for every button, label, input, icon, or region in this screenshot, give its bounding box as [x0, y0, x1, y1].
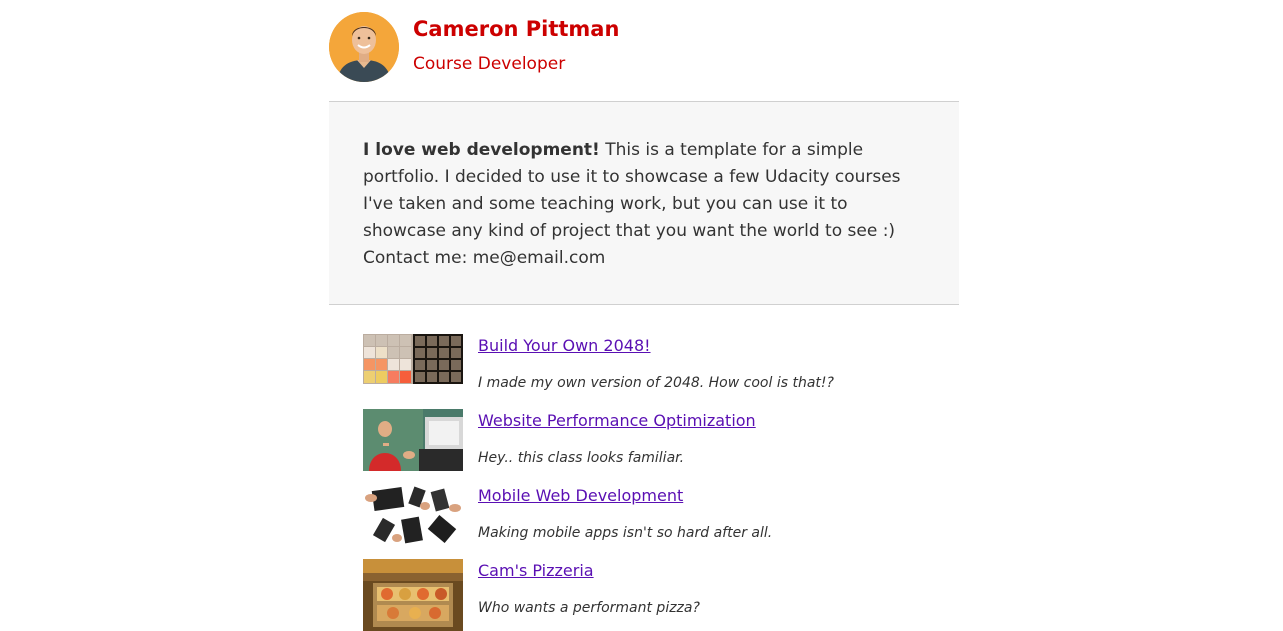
- 2048-game-thumbnail[interactable]: [363, 334, 463, 384]
- avatar: [329, 12, 399, 82]
- project-description: Hey.. this class looks familiar.: [478, 450, 685, 466]
- project-item: Build Your Own 2048! I made my own versi…: [363, 334, 923, 398]
- page-header: Cameron Pittman Course Developer: [329, 0, 959, 102]
- project-item: Website Performance Optimization Hey.. t…: [363, 409, 923, 473]
- contact-label: Contact me:: [363, 248, 473, 268]
- mobile-devices-thumbnail[interactable]: [363, 484, 463, 546]
- project-description: Making mobile apps isn't so hard after a…: [478, 525, 773, 541]
- project-item: Cam's Pizzeria Who wants a performant pi…: [363, 559, 923, 631]
- project-description: Who wants a performant pizza?: [478, 600, 700, 616]
- profile-name: Cameron Pittman: [413, 17, 620, 41]
- about-lead: I love web development!: [363, 140, 600, 160]
- contact-email: me@email.com: [472, 248, 606, 268]
- project-item: Mobile Web Development Making mobile app…: [363, 484, 923, 548]
- profile-role: Course Developer: [413, 54, 566, 74]
- about-paragraph: I love web development! This is a templa…: [363, 137, 908, 272]
- project-link-website-performance[interactable]: Website Performance Optimization: [478, 411, 756, 431]
- instructor-video-thumbnail[interactable]: [363, 409, 463, 471]
- project-link-2048[interactable]: Build Your Own 2048!: [478, 336, 651, 356]
- pizzeria-thumbnail[interactable]: [363, 559, 463, 631]
- about-section: I love web development! This is a templa…: [329, 102, 959, 305]
- avatar-image: [329, 12, 399, 82]
- project-link-mobile-web[interactable]: Mobile Web Development: [478, 486, 683, 506]
- project-description: I made my own version of 2048. How cool …: [478, 375, 834, 391]
- portfolio-container: Cameron Pittman Course Developer I love …: [329, 0, 959, 631]
- project-link-cams-pizzeria[interactable]: Cam's Pizzeria: [478, 561, 594, 581]
